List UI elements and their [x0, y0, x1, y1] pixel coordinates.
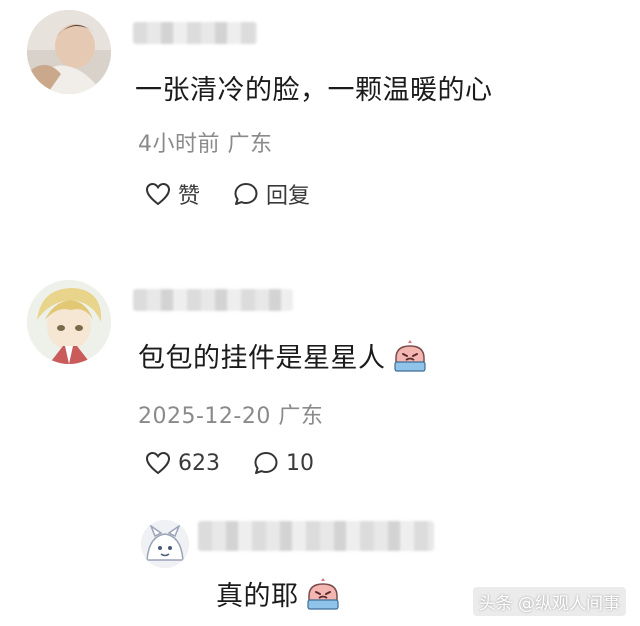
like-button[interactable]: 623	[144, 449, 220, 477]
avatar[interactable]	[27, 280, 111, 364]
comment-text-content: 真的耶	[216, 581, 299, 612]
crying-face-emoji-icon	[305, 577, 341, 610]
like-count: 623	[178, 450, 220, 476]
cartoon-avatar-icon	[141, 520, 189, 568]
comment-text-content: 包包的挂件是星星人	[138, 343, 386, 374]
crying-face-emoji-icon	[392, 339, 428, 372]
baby-photo-avatar-icon	[27, 10, 111, 94]
like-button[interactable]: 赞	[144, 178, 200, 210]
anime-character-avatar-icon	[27, 280, 111, 364]
username-blurred[interactable]	[198, 521, 434, 551]
heart-icon	[145, 451, 171, 475]
reply-button[interactable]: 回复	[232, 178, 310, 210]
heart-icon	[145, 182, 171, 206]
like-label: 赞	[178, 184, 201, 209]
reply-button[interactable]: 10	[252, 449, 314, 477]
comment-text: 包包的挂件是星星人	[138, 336, 428, 375]
speech-bubble-icon	[254, 452, 278, 474]
comment-text-content: 一张清冷的脸，一颗温暖的心	[135, 75, 493, 106]
comment-text: 真的耶	[216, 574, 341, 613]
avatar[interactable]	[27, 10, 111, 94]
comment-meta: 2025-12-20 广东	[138, 404, 324, 429]
reply-label: 回复	[266, 184, 311, 209]
username-blurred[interactable]	[133, 289, 293, 311]
comment-text: 一张清冷的脸，一颗温暖的心	[135, 68, 493, 107]
watermark: 头条 @纵观人间事	[472, 587, 626, 616]
comment-meta: 4小时前 广东	[138, 132, 273, 157]
comment-actions: 623 10	[144, 449, 346, 477]
avatar[interactable]	[141, 520, 189, 568]
comment-actions: 赞 回复	[144, 178, 342, 210]
speech-bubble-icon	[234, 183, 258, 205]
username-blurred[interactable]	[133, 22, 257, 44]
reply-count: 10	[286, 450, 314, 476]
